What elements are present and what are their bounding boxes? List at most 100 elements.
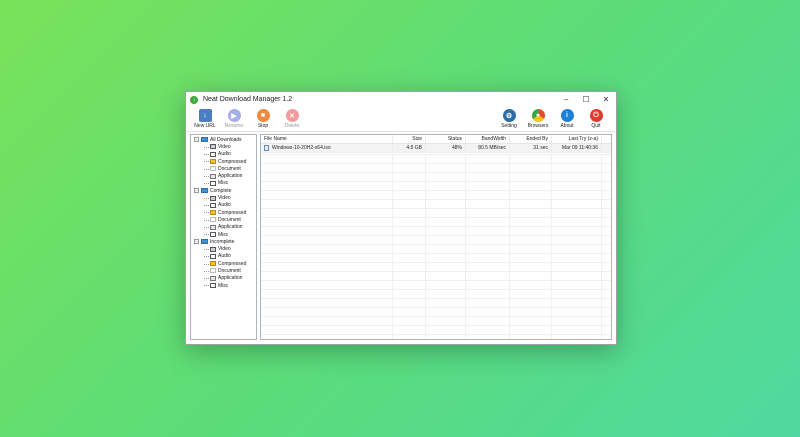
folder-icon: [201, 239, 208, 245]
tree-node-label: Complete: [210, 187, 232, 194]
column-header-file-name[interactable]: File Name: [261, 135, 393, 143]
collapse-icon[interactable]: −: [194, 188, 199, 194]
quit-label: Quit: [591, 123, 601, 129]
stop-button[interactable]: ■ Stop: [250, 109, 276, 129]
compressed-icon: [210, 261, 216, 267]
tree-node-document[interactable]: Document: [192, 216, 256, 223]
tree-node-video[interactable]: Video: [192, 194, 256, 201]
title-bar[interactable]: ↓ Neat Download Manager 1.2 – ☐ ✕: [186, 92, 616, 107]
setting-button[interactable]: ⚙ Setting: [496, 109, 522, 129]
browsers-button[interactable]: ● Browsers: [525, 109, 551, 129]
about-button[interactable]: i About: [554, 109, 580, 129]
document-icon: [210, 166, 216, 172]
status-cell: 48%: [426, 144, 466, 152]
tree-node-label: Audio: [218, 253, 231, 260]
column-header-last-try[interactable]: Last Try (z-a): [552, 135, 602, 143]
resume-label: Resume: [224, 123, 244, 129]
column-header-bandwidth[interactable]: BandWidth: [466, 135, 510, 143]
document-icon: [210, 268, 216, 274]
delete-button[interactable]: ✕ Delete: [279, 109, 305, 129]
tree-node-label: Misc: [218, 282, 229, 289]
tree-node-all-downloads[interactable]: − All Downloads: [192, 136, 256, 143]
folder-icon: [201, 137, 208, 143]
ended-by-cell: 31 sec: [510, 144, 552, 152]
tree-node-label: Misc: [218, 231, 229, 238]
category-tree[interactable]: − All Downloads Video Audio Compressed Do…: [190, 134, 257, 340]
tree-node-label: Application: [218, 224, 243, 231]
column-header-ended-by[interactable]: Ended By: [510, 135, 552, 143]
new-url-button[interactable]: ↓ New URL: [192, 109, 218, 129]
setting-label: Setting: [501, 123, 517, 129]
folder-icon: [201, 188, 208, 194]
tree-node-label: Compressed: [218, 209, 247, 216]
compressed-icon: [210, 210, 216, 216]
application-icon: [210, 275, 216, 281]
tree-node-label: Document: [218, 165, 241, 172]
tree-node-video[interactable]: Video: [192, 143, 256, 150]
gear-icon: ⚙: [502, 109, 516, 122]
bandwidth-cell: 80.5 MB/sec: [466, 144, 510, 152]
tree-node-audio[interactable]: Audio: [192, 253, 256, 260]
tree-node-label: All Downloads: [210, 136, 242, 143]
tree-node-label: Document: [218, 216, 241, 223]
table-row[interactable]: Windows-10-20H2-x64.iso 4.5 GB 48% 80.5 …: [261, 144, 611, 153]
tree-node-compressed[interactable]: Compressed: [192, 158, 256, 165]
new-url-icon: ↓: [198, 109, 212, 122]
about-label: About: [560, 123, 574, 129]
tree-node-document[interactable]: Document: [192, 267, 256, 274]
tree-node-document[interactable]: Document: [192, 165, 256, 172]
new-url-label: New URL: [194, 123, 216, 129]
quit-button[interactable]: ⏻ Quit: [583, 109, 609, 129]
empty-list-area: [261, 154, 611, 339]
tree-node-audio[interactable]: Audio: [192, 151, 256, 158]
collapse-icon[interactable]: −: [194, 239, 199, 245]
tree-node-compressed[interactable]: Compressed: [192, 260, 256, 267]
tree-node-application[interactable]: Application: [192, 224, 256, 231]
tree-node-compressed[interactable]: Compressed: [192, 209, 256, 216]
tree-node-misc[interactable]: Misc: [192, 282, 256, 289]
window-title: Neat Download Manager 1.2: [203, 96, 293, 103]
delete-icon: ✕: [285, 109, 299, 122]
application-icon: [210, 173, 216, 179]
collapse-icon[interactable]: −: [194, 137, 199, 143]
tree-node-incomplete[interactable]: − Incomplete: [192, 238, 256, 245]
tree-node-label: Application: [218, 173, 243, 180]
tree-node-application[interactable]: Application: [192, 172, 256, 179]
resume-icon: ▶: [227, 109, 241, 122]
tree-node-misc[interactable]: Misc: [192, 180, 256, 187]
maximize-button[interactable]: ☐: [576, 92, 596, 107]
compressed-icon: [210, 159, 216, 165]
tree-node-label: Document: [218, 267, 241, 274]
audio-icon: [210, 151, 216, 157]
misc-icon: [210, 232, 216, 237]
resume-button[interactable]: ▶ Resume: [221, 109, 247, 129]
misc-icon: [210, 283, 216, 289]
stop-label: Stop: [257, 123, 269, 129]
tree-node-application[interactable]: Application: [192, 275, 256, 282]
audio-icon: [210, 253, 216, 259]
tree-node-video[interactable]: Video: [192, 245, 256, 252]
tree-node-complete[interactable]: − Complete: [192, 187, 256, 194]
browsers-label: Browsers: [527, 123, 549, 129]
audio-icon: [210, 202, 216, 208]
download-list[interactable]: File Name Size Status BandWidth Ended By…: [260, 134, 612, 340]
tree-node-label: Video: [218, 195, 231, 202]
file-icon: [264, 145, 269, 151]
minimize-button[interactable]: –: [556, 92, 576, 107]
delete-label: Delete: [284, 123, 300, 129]
tree-node-label: Compressed: [218, 260, 247, 267]
document-icon: [210, 217, 216, 223]
tree-node-misc[interactable]: Misc: [192, 231, 256, 238]
info-icon: i: [560, 109, 574, 122]
column-header-status[interactable]: Status: [426, 135, 466, 143]
close-button[interactable]: ✕: [596, 92, 616, 107]
app-window: ↓ Neat Download Manager 1.2 – ☐ ✕ ↓ New …: [185, 91, 617, 345]
stop-icon: ■: [256, 109, 270, 122]
column-header-size[interactable]: Size: [393, 135, 426, 143]
application-icon: [210, 224, 216, 230]
video-icon: [210, 195, 216, 201]
tree-node-audio[interactable]: Audio: [192, 202, 256, 209]
list-header: File Name Size Status BandWidth Ended By…: [261, 135, 611, 144]
video-icon: [210, 144, 216, 150]
last-try-cell: Mar 09 11:40:36: [552, 144, 602, 152]
